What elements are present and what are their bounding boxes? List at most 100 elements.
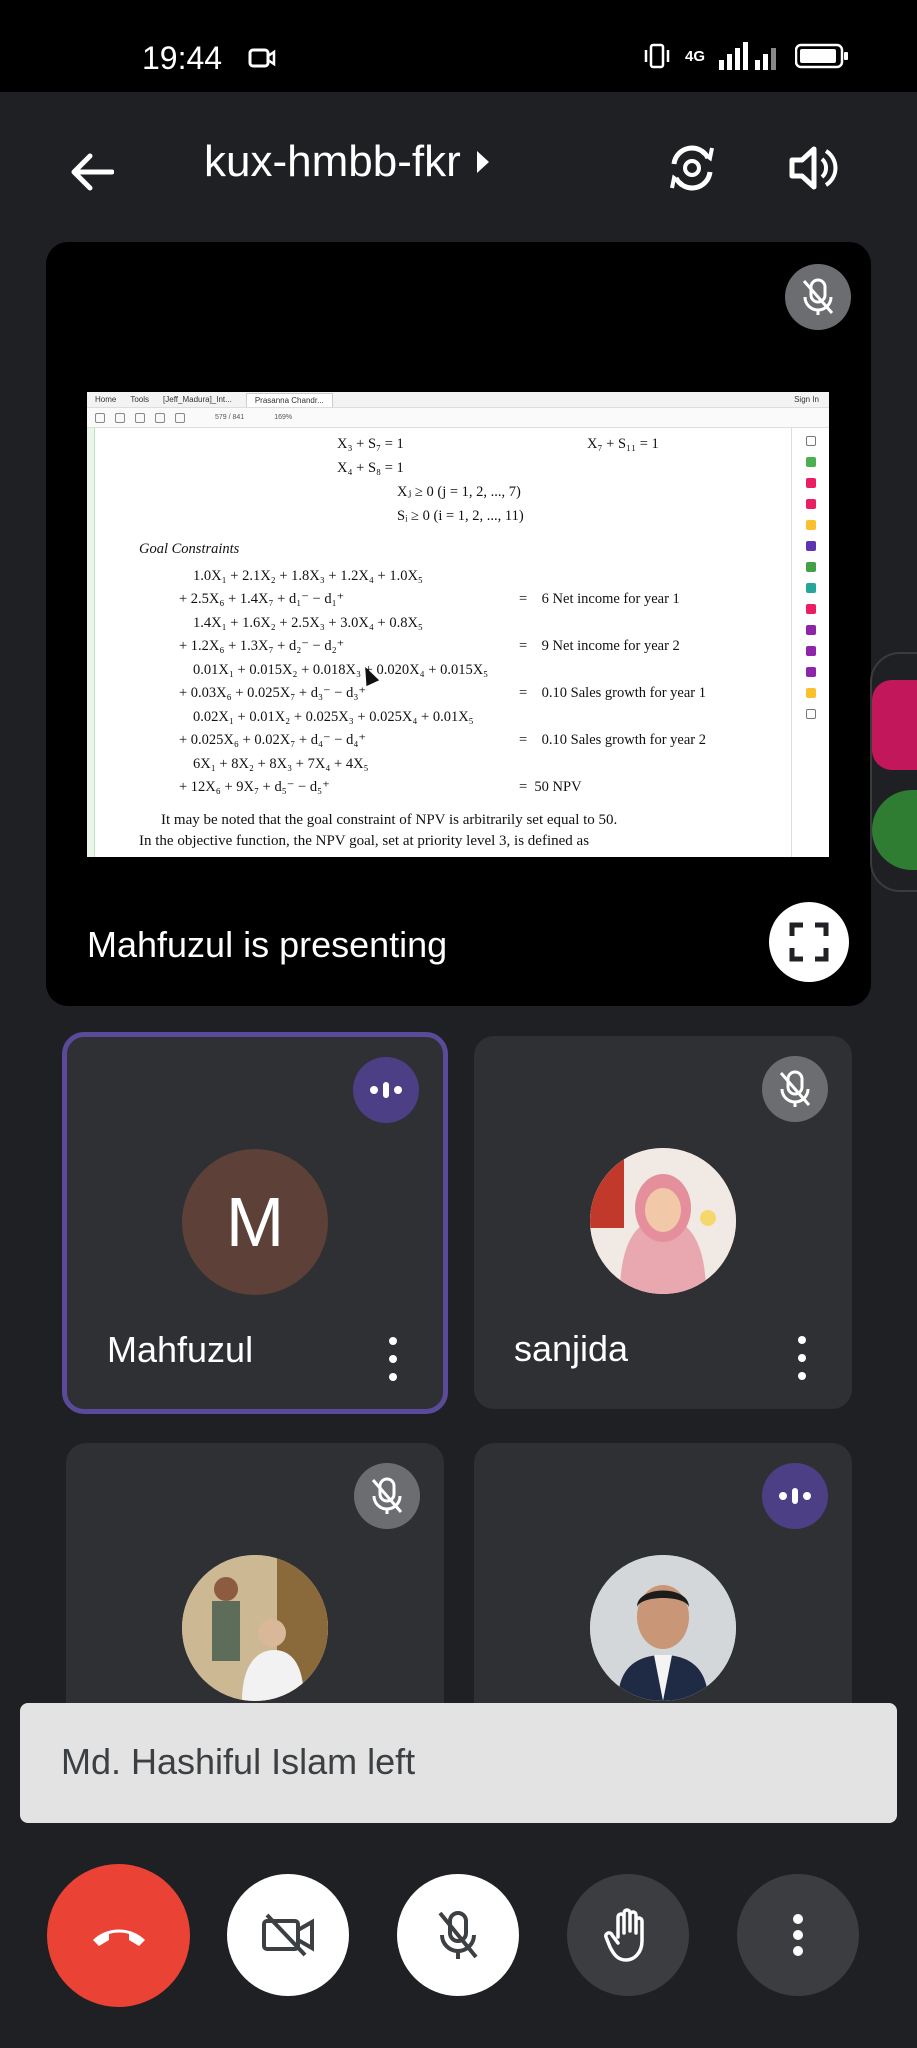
muted-indicator xyxy=(762,1056,828,1122)
viewer-tab: Tools xyxy=(130,395,150,404)
print-icon xyxy=(155,412,165,423)
doc-line: 0.02X₁ + 0.01X₂ + 0.025X₃ + 0.025X₄ + 0.… xyxy=(193,709,474,725)
raise-hand-icon xyxy=(604,1908,644,1962)
tool-icon xyxy=(805,688,816,698)
hang-up-icon xyxy=(92,1929,145,1946)
participant-name: sanjida xyxy=(514,1328,629,1369)
tool-icon xyxy=(805,625,816,635)
camera-off-icon xyxy=(262,1913,314,1957)
viewer-toolbar: 579 / 841 169% xyxy=(87,408,829,428)
avatar xyxy=(590,1148,736,1294)
doc-line: + 12X₆ + 9X₇ + d₅⁻ − d₅⁺ xyxy=(179,779,330,795)
participant-tile[interactable]: M Mahfuzul xyxy=(62,1032,448,1414)
fullscreen-button[interactable] xyxy=(769,902,849,982)
doc-line: = 50 NPV xyxy=(519,779,582,795)
status-time: 19:44 xyxy=(142,40,223,76)
doc-line: = 6 Net income for year 1 xyxy=(519,591,680,607)
mic-toggle-button[interactable] xyxy=(397,1874,519,1996)
viewer-tabs: Home Tools [Jeff_Madura]_Int... Prasanna… xyxy=(87,392,829,408)
doc-line: Sᵢ ≥ 0 (i = 1, 2, ..., 11) xyxy=(397,508,524,524)
upload-icon xyxy=(135,412,145,423)
switch-camera-icon xyxy=(670,145,714,191)
presentation-tile[interactable]: Home Tools [Jeff_Madura]_Int... Prasanna… xyxy=(46,242,871,1006)
toast-message: Md. Hashiful Islam left xyxy=(61,1741,416,1782)
doc-line: + 0.03X₆ + 0.025X₇ + d₃⁻ − d₃⁺ xyxy=(179,685,367,701)
profile-photo xyxy=(182,1555,328,1701)
doc-heading: Goal Constraints xyxy=(139,541,240,557)
more-options-button[interactable] xyxy=(737,1874,859,1996)
fullscreen-icon xyxy=(789,922,829,962)
viewer-tab-active: Prasanna Chandr... xyxy=(245,392,333,407)
find-icon xyxy=(175,412,185,423)
meeting-code: kux-hmbb-fkr xyxy=(204,137,461,186)
viewer-tools-rail xyxy=(791,428,829,857)
viewer-tab: [Jeff_Madura]_Int... xyxy=(163,395,232,404)
mic-off-icon xyxy=(779,1070,811,1107)
doc-line: 6X₁ + 8X₂ + 8X₃ + 7X₄ + 4X₅ xyxy=(193,756,369,772)
tool-icon xyxy=(805,499,816,509)
avatar xyxy=(590,1555,736,1701)
meeting-code-button[interactable]: kux-hmbb-fkr xyxy=(204,137,491,187)
page-indicator: 579 / 841 xyxy=(215,414,245,421)
doc-line: Xⱼ ≥ 0 (j = 1, 2, ..., 7) xyxy=(397,484,521,500)
viewer-tab: Home xyxy=(95,395,117,404)
bookmark-icon xyxy=(115,412,125,423)
tool-icon xyxy=(805,562,816,572)
mic-off-icon xyxy=(371,1477,403,1514)
shared-screen: Home Tools [Jeff_Madura]_Int... Prasanna… xyxy=(87,392,829,857)
doc-line: = 0.10 Sales growth for year 1 xyxy=(519,685,706,701)
screen-record-icon xyxy=(248,48,276,68)
camera-toggle-button[interactable] xyxy=(227,1874,349,1996)
participant-tile[interactable]: sanjida xyxy=(474,1036,852,1409)
side-activity-button[interactable] xyxy=(872,680,917,770)
back-button[interactable] xyxy=(62,142,122,202)
doc-line: + 2.5X₆ + 1.4X₇ + d₁⁻ − d₁⁺ xyxy=(179,591,345,607)
end-call-button[interactable] xyxy=(47,1864,190,2007)
doc-line: + 1.2X₆ + 1.3X₇ + d₂⁻ − d₂⁺ xyxy=(179,638,345,654)
call-controls xyxy=(0,1850,917,2048)
comment-icon xyxy=(805,520,816,530)
audio-level-icon xyxy=(370,1082,402,1098)
avatar xyxy=(182,1555,328,1701)
muted-indicator xyxy=(354,1463,420,1529)
doc-line: X₄ + S₈ = 1 xyxy=(337,460,404,476)
tool-icon xyxy=(805,604,816,614)
speaker-icon xyxy=(789,146,838,190)
raise-hand-button[interactable] xyxy=(567,1874,689,1996)
tool-icon xyxy=(805,478,816,488)
vibrate-icon xyxy=(644,43,670,69)
tool-icon xyxy=(805,583,816,593)
viewer-left-panel xyxy=(87,428,95,857)
doc-line: = 0.10 Sales growth for year 2 xyxy=(519,732,706,748)
doc-line: X₃ + S₇ = 1 xyxy=(337,436,404,452)
doc-line: 1.0X₁ + 2.1X₂ + 1.8X₃ + 1.2X₄ + 1.0X₅ xyxy=(193,568,423,584)
tool-icon xyxy=(805,457,816,467)
participant-options-button[interactable] xyxy=(383,1337,403,1381)
presenting-label: Mahfuzul is presenting xyxy=(87,924,448,965)
save-icon xyxy=(95,412,105,423)
battery-icon xyxy=(795,43,848,69)
more-vert-icon xyxy=(793,1914,803,1956)
avatar: M xyxy=(182,1149,328,1295)
doc-paragraph: It may be noted that the goal constraint… xyxy=(161,812,618,828)
doc-paragraph: In the objective function, the NPV goal,… xyxy=(139,833,590,849)
profile-photo xyxy=(590,1148,736,1294)
audio-level-icon xyxy=(779,1488,811,1504)
profile-photo xyxy=(590,1555,736,1701)
participant-options-button[interactable] xyxy=(792,1336,812,1380)
search-icon xyxy=(805,436,816,446)
audio-output-button[interactable] xyxy=(782,136,846,200)
meeting-header: kux-hmbb-fkr xyxy=(0,92,917,242)
caret-right-icon xyxy=(476,151,489,173)
mic-off-icon xyxy=(802,278,834,315)
viewer-signin: Sign In xyxy=(794,395,819,404)
toast-notification: Md. Hashiful Islam left xyxy=(20,1703,897,1823)
tool-icon xyxy=(805,646,816,656)
mic-off-icon xyxy=(438,1911,478,1959)
doc-line: + 0.025X₆ + 0.02X₇ + d₄⁻ − d₄⁺ xyxy=(179,732,367,748)
doc-line: = 9 Net income for year 2 xyxy=(519,638,680,654)
zoom-level: 169% xyxy=(274,414,293,421)
speaking-indicator xyxy=(762,1463,828,1529)
switch-camera-button[interactable] xyxy=(660,136,724,200)
presenter-muted-badge xyxy=(785,264,851,330)
